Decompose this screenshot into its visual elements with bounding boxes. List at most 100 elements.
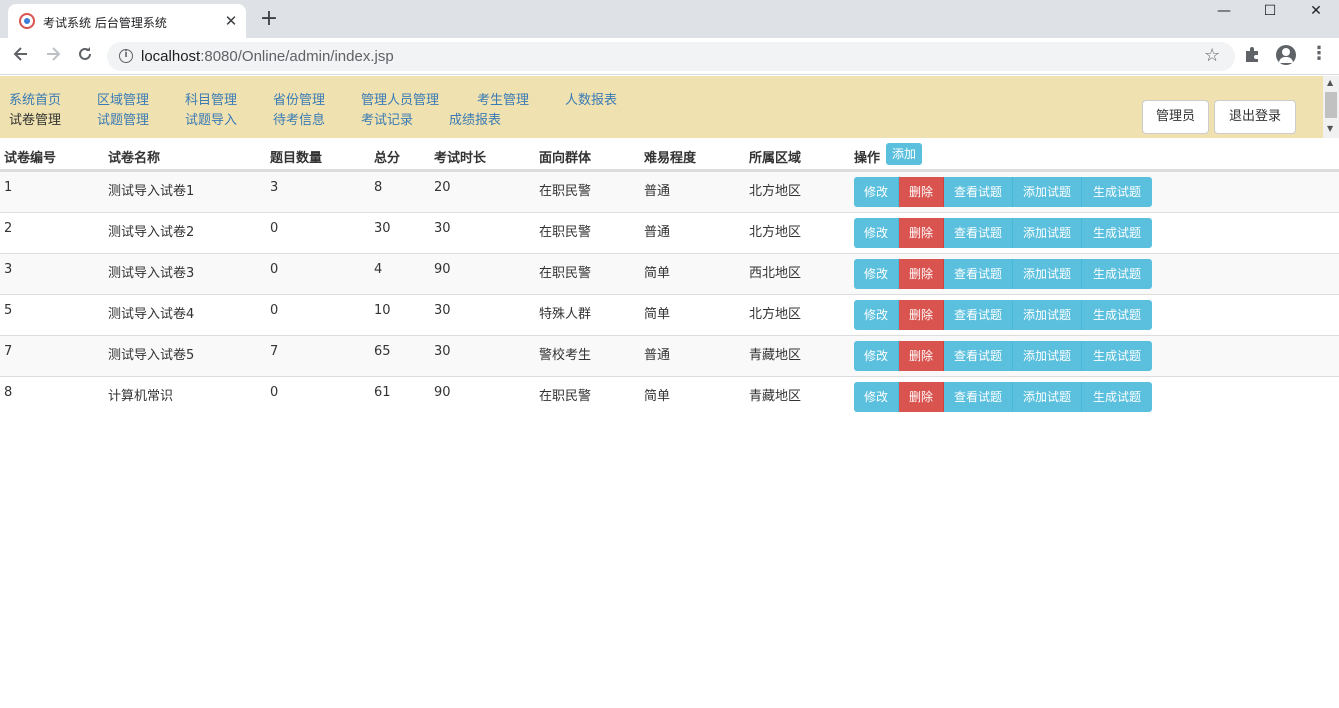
add-questions-button[interactable]: 添加试题 bbox=[1013, 382, 1082, 412]
cell-difficulty: 简单 bbox=[644, 389, 671, 404]
header-id: 试卷编号 bbox=[4, 151, 57, 166]
generate-questions-button[interactable]: 生成试题 bbox=[1082, 341, 1152, 371]
logout-button[interactable]: 退出登录 bbox=[1214, 100, 1296, 134]
delete-button[interactable]: 删除 bbox=[899, 341, 944, 371]
cell-region: 北方地区 bbox=[749, 307, 802, 322]
generate-questions-button[interactable]: 生成试题 bbox=[1082, 177, 1152, 207]
new-tab-button[interactable]: + bbox=[258, 8, 280, 31]
add-questions-button[interactable]: 添加试题 bbox=[1013, 259, 1082, 289]
edit-button[interactable]: 修改 bbox=[854, 341, 899, 371]
cell-group: 在职民警 bbox=[539, 225, 592, 240]
browser-toolbar: i localhost:8080/Online/admin/index.jsp … bbox=[0, 38, 1339, 75]
cell-score: 4 bbox=[374, 262, 383, 277]
cell-score: 65 bbox=[374, 344, 391, 359]
view-questions-button[interactable]: 查看试题 bbox=[944, 177, 1013, 207]
edit-button[interactable]: 修改 bbox=[854, 218, 899, 248]
tab-title: 考试系统 后台管理系统 bbox=[43, 16, 167, 30]
forward-icon[interactable] bbox=[41, 45, 65, 69]
cell-score: 30 bbox=[374, 221, 391, 236]
generate-questions-button[interactable]: 生成试题 bbox=[1082, 259, 1152, 289]
url-text[interactable]: localhost:8080/Online/admin/index.jsp bbox=[141, 48, 394, 65]
edit-button[interactable]: 修改 bbox=[854, 259, 899, 289]
cell-count: 0 bbox=[270, 262, 279, 277]
maximize-button[interactable]: ☐ bbox=[1247, 0, 1293, 24]
row-action-group: 修改 删除 查看试题 添加试题 生成试题 bbox=[854, 341, 1152, 371]
reload-icon[interactable] bbox=[73, 45, 97, 69]
cell-name: 计算机常识 bbox=[108, 389, 174, 404]
add-questions-button[interactable]: 添加试题 bbox=[1013, 341, 1082, 371]
add-questions-button[interactable]: 添加试题 bbox=[1013, 218, 1082, 248]
menu-icon[interactable]: ⋮ bbox=[1310, 43, 1328, 64]
generate-questions-button[interactable]: 生成试题 bbox=[1082, 218, 1152, 248]
cell-region: 北方地区 bbox=[749, 225, 802, 240]
browser-tab[interactable]: 考试系统 后台管理系统 ✕ bbox=[8, 4, 246, 38]
nav-link-import[interactable]: 试题导入 bbox=[185, 109, 237, 128]
cell-duration: 30 bbox=[434, 221, 451, 236]
cell-count: 7 bbox=[270, 344, 279, 359]
nav-link-questions[interactable]: 试题管理 bbox=[97, 109, 149, 128]
view-questions-button[interactable]: 查看试题 bbox=[944, 259, 1013, 289]
info-icon[interactable]: i bbox=[119, 49, 133, 63]
address-bar[interactable]: i localhost:8080/Online/admin/index.jsp … bbox=[107, 42, 1235, 71]
cell-difficulty: 简单 bbox=[644, 266, 671, 281]
delete-button[interactable]: 删除 bbox=[899, 177, 944, 207]
delete-button[interactable]: 删除 bbox=[899, 259, 944, 289]
cell-name: 测试导入试卷5 bbox=[108, 348, 195, 363]
nav-link-records[interactable]: 考试记录 bbox=[361, 109, 413, 128]
view-questions-button[interactable]: 查看试题 bbox=[944, 300, 1013, 330]
delete-button[interactable]: 删除 bbox=[899, 382, 944, 412]
minimize-button[interactable]: — bbox=[1201, 0, 1247, 24]
edit-button[interactable]: 修改 bbox=[854, 382, 899, 412]
cell-group: 在职民警 bbox=[539, 184, 592, 199]
cell-score: 8 bbox=[374, 180, 383, 195]
extension-icon[interactable] bbox=[1244, 46, 1260, 66]
nav-link-examinees[interactable]: 考生管理 bbox=[477, 89, 529, 108]
cell-name: 测试导入试卷3 bbox=[108, 266, 195, 281]
header-difficulty: 难易程度 bbox=[644, 151, 697, 166]
scrollbar[interactable]: ▲ ▼ bbox=[1323, 76, 1339, 138]
add-questions-button[interactable]: 添加试题 bbox=[1013, 177, 1082, 207]
generate-questions-button[interactable]: 生成试题 bbox=[1082, 300, 1152, 330]
view-questions-button[interactable]: 查看试题 bbox=[944, 341, 1013, 371]
nav-link-score-report[interactable]: 成绩报表 bbox=[449, 109, 501, 128]
nav-link-admins[interactable]: 管理人员管理 bbox=[361, 89, 439, 108]
edit-button[interactable]: 修改 bbox=[854, 300, 899, 330]
browser-tabstrip: 考试系统 后台管理系统 ✕ + — ☐ ✕ bbox=[0, 0, 1339, 38]
nav-link-area[interactable]: 区域管理 bbox=[97, 89, 149, 108]
delete-button[interactable]: 删除 bbox=[899, 300, 944, 330]
cell-group: 特殊人群 bbox=[539, 307, 592, 322]
cell-score: 10 bbox=[374, 303, 391, 318]
add-questions-button[interactable]: 添加试题 bbox=[1013, 300, 1082, 330]
view-questions-button[interactable]: 查看试题 bbox=[944, 382, 1013, 412]
scroll-up-icon[interactable]: ▲ bbox=[1327, 78, 1333, 87]
scroll-down-icon[interactable]: ▼ bbox=[1327, 124, 1333, 133]
table-row: 5 测试导入试卷4 0 10 30 特殊人群 简单 北方地区 修改 删除 查看试题 添加试题 生成试题 bbox=[0, 294, 1339, 335]
nav-link-province[interactable]: 省份管理 bbox=[273, 89, 325, 108]
add-paper-button[interactable]: 添加 bbox=[886, 143, 922, 165]
cell-region: 北方地区 bbox=[749, 184, 802, 199]
table-body: 1 测试导入试卷1 3 8 20 在职民警 普通 北方地区 修改 删除 查看试题 添加试题 生成试题 2 测… bbox=[0, 171, 1339, 417]
generate-questions-button[interactable]: 生成试题 bbox=[1082, 382, 1152, 412]
cell-duration: 90 bbox=[434, 385, 451, 400]
star-icon[interactable]: ☆ bbox=[1204, 45, 1220, 66]
cell-name: 测试导入试卷1 bbox=[108, 184, 195, 199]
tab-close-icon[interactable]: ✕ bbox=[222, 12, 240, 30]
nav-link-pending[interactable]: 待考信息 bbox=[273, 109, 325, 128]
nav-link-count-report[interactable]: 人数报表 bbox=[565, 89, 617, 108]
row-action-group: 修改 删除 查看试题 添加试题 生成试题 bbox=[854, 218, 1152, 248]
scroll-thumb[interactable] bbox=[1325, 92, 1337, 118]
close-window-button[interactable]: ✕ bbox=[1293, 0, 1339, 24]
cell-region: 青藏地区 bbox=[749, 389, 802, 404]
back-icon[interactable] bbox=[9, 45, 33, 69]
nav-link-subject[interactable]: 科目管理 bbox=[185, 89, 237, 108]
cell-region: 西北地区 bbox=[749, 266, 802, 281]
view-questions-button[interactable]: 查看试题 bbox=[944, 218, 1013, 248]
edit-button[interactable]: 修改 bbox=[854, 177, 899, 207]
nav-link-home[interactable]: 系统首页 bbox=[9, 89, 61, 108]
cell-difficulty: 普通 bbox=[644, 225, 671, 240]
delete-button[interactable]: 删除 bbox=[899, 218, 944, 248]
profile-icon[interactable] bbox=[1276, 45, 1296, 65]
admin-button[interactable]: 管理员 bbox=[1142, 100, 1209, 134]
nav-link-papers[interactable]: 试卷管理 bbox=[9, 109, 61, 128]
cell-id: 2 bbox=[4, 221, 13, 236]
